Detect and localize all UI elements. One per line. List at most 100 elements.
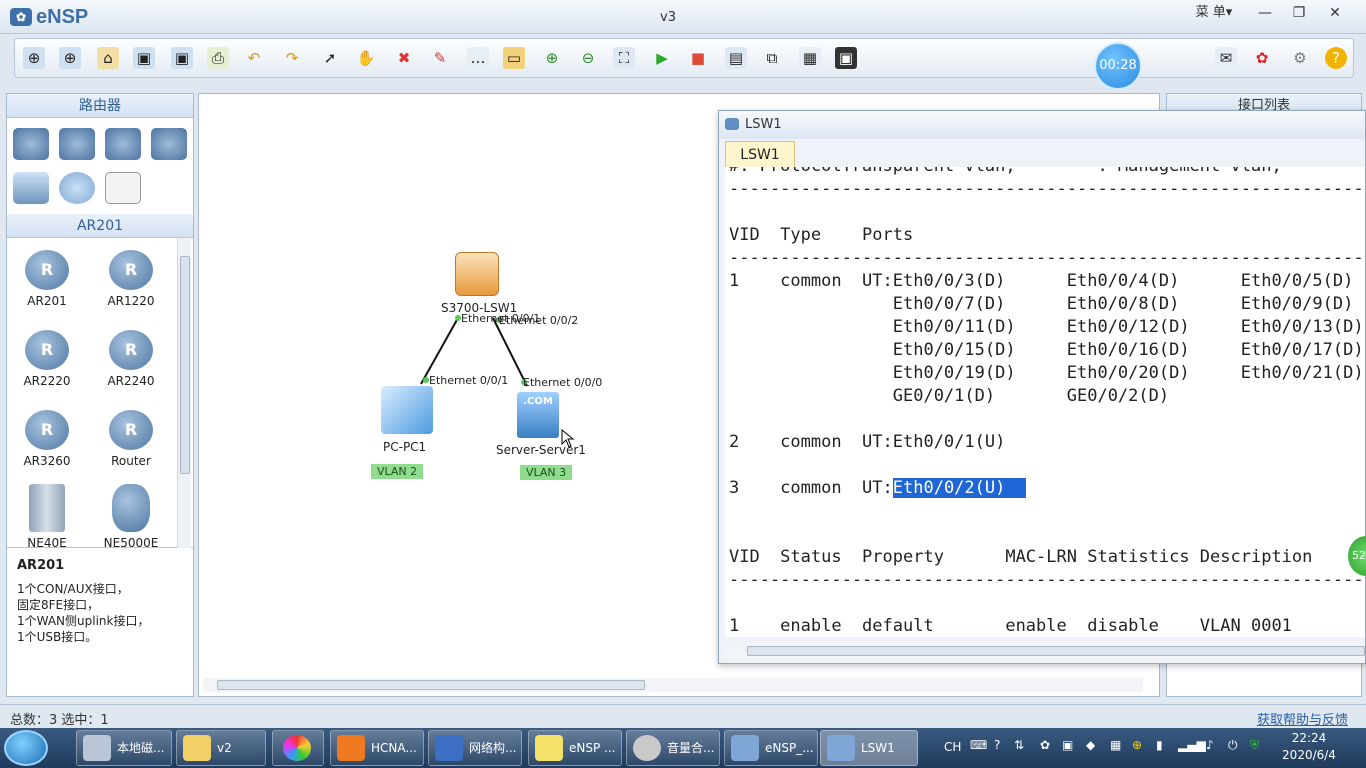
print-icon[interactable]: ⎙ — [207, 47, 229, 69]
device-list-scrollbar[interactable] — [177, 238, 191, 548]
timer-badge: 00:28 — [1094, 42, 1142, 90]
task-lsw1[interactable]: LSW1 — [820, 730, 918, 766]
firewall-category-icon[interactable] — [151, 128, 187, 160]
keyboard-icon[interactable]: ⌨ — [970, 738, 987, 752]
stop-device-icon[interactable]: ■ — [687, 47, 709, 69]
logo-icon: ✿ — [10, 8, 32, 26]
task-volume-mixer[interactable]: 音量合... — [626, 730, 720, 766]
flower-icon[interactable]: ✿ — [1040, 738, 1050, 752]
screenshot-icon[interactable]: ▣ — [835, 47, 857, 69]
add-icon[interactable]: ⊕ — [1132, 738, 1142, 752]
selected-text[interactable]: Eth0/0/2(U) — [892, 478, 1026, 498]
console-horizontal-scrollbar[interactable] — [725, 643, 1365, 659]
open-icon[interactable]: ⌂ — [97, 47, 119, 69]
new-topology-icon[interactable]: ⊕ — [23, 47, 45, 69]
mouse-cursor-icon — [561, 429, 575, 448]
device-ar2220[interactable]: R AR2220 — [11, 330, 83, 388]
start-device-icon[interactable]: ▶ — [651, 47, 673, 69]
switch-icon — [725, 118, 739, 130]
console-tab-lsw1[interactable]: LSW1 — [725, 141, 795, 167]
capture-icon[interactable]: ▤ — [725, 47, 747, 69]
scrollbar-thumb[interactable] — [180, 256, 190, 474]
router-icon: R — [109, 410, 153, 450]
huawei-icon[interactable]: ✿ — [1251, 47, 1273, 69]
help-tray-icon[interactable]: ? — [994, 738, 1000, 752]
task-local-disk[interactable]: 本地磁... — [76, 730, 172, 766]
rectangle-icon[interactable]: ▭ — [503, 47, 525, 69]
device-ar1220[interactable]: R AR1220 — [95, 250, 167, 308]
fit-view-icon[interactable]: ⛶ — [613, 47, 635, 69]
wireless-category-icon[interactable] — [105, 128, 141, 160]
save-icon[interactable]: ▣ — [133, 47, 155, 69]
canvas-horizontal-scrollbar[interactable] — [203, 678, 1143, 692]
signal-icon[interactable]: ▂▄▆ — [1178, 738, 1206, 752]
text-note-icon[interactable]: … — [467, 47, 489, 69]
shield-icon[interactable]: ⛨ — [1250, 738, 1259, 753]
tray-arrows-icon[interactable]: ⇅ — [1014, 738, 1024, 752]
minimize-button[interactable]: — — [1248, 2, 1282, 24]
switch-category-icon[interactable] — [59, 128, 95, 160]
device-ar2240[interactable]: R AR2240 — [95, 330, 167, 388]
folder-icon — [183, 735, 211, 761]
network-device-icon[interactable]: ▣ — [1062, 738, 1073, 752]
select-pointer-icon[interactable]: ➚ — [319, 47, 341, 69]
undo-icon[interactable]: ↶ — [243, 47, 265, 69]
cloud-category-icon[interactable] — [59, 172, 95, 204]
delete-link-icon[interactable]: ✎ — [429, 47, 451, 69]
device-ar3260[interactable]: R AR3260 — [11, 410, 83, 468]
start-button[interactable] — [4, 730, 48, 766]
help-feedback-link[interactable]: 获取帮助与反馈 — [1257, 709, 1348, 728]
device-router[interactable]: R Router — [95, 410, 167, 468]
device-panel: 路由器 AR201 R AR201 R AR1220 R AR2220 R AR2240… — [6, 93, 194, 697]
task-hcna-pdf[interactable]: HCNA... — [330, 730, 424, 766]
ime-indicator[interactable]: CH — [944, 740, 961, 754]
device-ne40e[interactable]: NE40E — [11, 484, 83, 550]
battery-icon[interactable]: ▮ — [1156, 738, 1163, 752]
device-ar201[interactable]: R AR201 — [11, 250, 83, 308]
pc-port-label: Ethernet 0/0/1 — [429, 374, 509, 387]
console-output[interactable]: #: ProtocolTransparent-vlan; *: Manageme… — [725, 167, 1365, 637]
pc-pc1[interactable] — [381, 386, 433, 434]
help-icon[interactable]: ? — [1325, 47, 1347, 69]
volume-icon[interactable]: ♪ — [1206, 738, 1214, 752]
server-server1[interactable]: .COM — [517, 392, 559, 438]
redo-icon[interactable]: ↷ — [281, 47, 303, 69]
chat-icon[interactable]: ✉ — [1215, 47, 1237, 69]
power-icon[interactable]: ⏻ — [1228, 738, 1238, 753]
grid-icon[interactable]: ▦ — [799, 47, 821, 69]
device-ne5000e[interactable]: NE5000E — [95, 484, 167, 550]
description-line: 固定8FE接口， — [17, 598, 100, 612]
task-folder-v2[interactable]: v2 — [176, 730, 266, 766]
menu-button[interactable]: 菜 单▾ — [1184, 2, 1244, 24]
grid-tray-icon[interactable]: ▦ — [1110, 738, 1121, 752]
save-as-icon[interactable]: ▣ — [171, 47, 193, 69]
pc-category-icon[interactable] — [13, 172, 49, 204]
task-ensp-main[interactable]: eNSP_... — [724, 730, 818, 766]
switch-lsw1[interactable] — [455, 252, 499, 296]
category-header: 路由器 — [7, 94, 193, 118]
zoom-out-icon[interactable]: ⊖ — [577, 47, 599, 69]
cube-icon[interactable]: ◆ — [1086, 738, 1095, 752]
console-title-bar[interactable]: LSW1 — [719, 111, 1365, 139]
gear-icon[interactable]: ⚙ — [1289, 47, 1311, 69]
system-clock[interactable]: 22:24 2020/6/4 — [1266, 730, 1352, 764]
maximize-button[interactable]: ❐ — [1282, 2, 1316, 24]
new-example-icon[interactable]: ⊕ — [59, 47, 81, 69]
task-ensp-help[interactable]: eNSP ... — [528, 730, 622, 766]
scrollbar-thumb[interactable] — [747, 646, 1365, 656]
zoom-in-icon[interactable]: ⊕ — [541, 47, 563, 69]
hand-drag-icon[interactable]: ✋ — [355, 47, 377, 69]
help-doc-icon — [535, 735, 563, 761]
cable-category-icon[interactable] — [105, 172, 141, 204]
close-button[interactable]: ✕ — [1318, 2, 1352, 24]
delete-icon[interactable]: ✖ — [393, 47, 415, 69]
task-browser[interactable] — [272, 730, 324, 766]
task-visio[interactable]: 网络构... — [428, 730, 522, 766]
ensp-icon — [827, 735, 855, 761]
topology-icon[interactable]: ⧉ — [761, 47, 783, 69]
console-line: 3 common UT:Eth0/0/2(U) — [729, 478, 1026, 498]
scrollbar-thumb[interactable] — [217, 680, 645, 690]
router-category-icon[interactable] — [13, 128, 49, 160]
device-description: AR201 1个CON/AUX接口， 固定8FE接口， 1个WAN侧uplink… — [7, 548, 193, 655]
lsw1-console-window[interactable]: LSW1 LSW1 #: ProtocolTransparent-vlan; *… — [718, 110, 1366, 664]
